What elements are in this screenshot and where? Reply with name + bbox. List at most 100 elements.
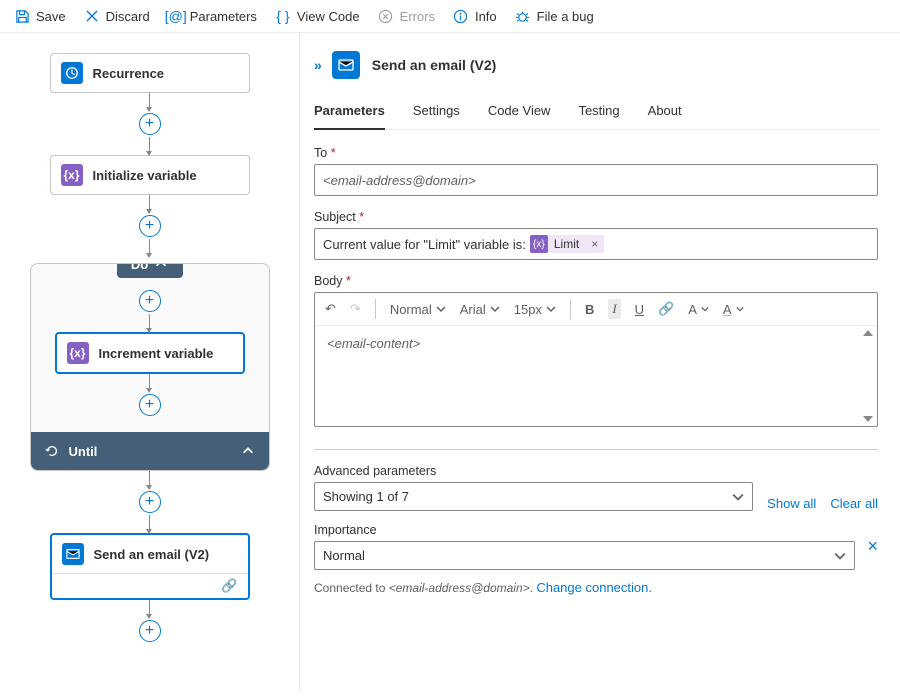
node-label: Initialize variable [93, 168, 197, 183]
body-label: Body * [314, 274, 878, 288]
change-connection-link[interactable]: Change connection. [536, 580, 652, 595]
node-initialize-variable[interactable]: {x} Initialize variable [50, 155, 250, 195]
outlook-icon [62, 543, 84, 565]
tab-parameters[interactable]: Parameters [314, 97, 385, 130]
loop-do-header[interactable]: Do [117, 263, 183, 278]
view-code-label: View Code [297, 9, 360, 24]
font-color-button[interactable]: A [688, 302, 709, 317]
chevron-down-icon [701, 305, 709, 313]
advanced-params-label: Advanced parameters [314, 464, 753, 478]
connector [149, 374, 150, 392]
rte-toolbar: ↶ ↷ Normal Arial 15px B I U 🔗 A A [315, 293, 877, 326]
highlight-button[interactable]: A [723, 302, 744, 317]
add-step-button[interactable]: + [139, 215, 161, 237]
add-step-button[interactable]: + [139, 394, 161, 416]
toolbar: Save Discard [@] Parameters { } View Cod… [0, 0, 900, 33]
loop-container: Do + {x} Increment variable + Until [30, 263, 270, 471]
add-step-button[interactable]: + [139, 620, 161, 642]
variable-icon: {x} [67, 342, 89, 364]
advanced-params-dropdown[interactable]: Showing 1 of 7 [314, 482, 753, 511]
node-send-email[interactable]: Send an email (V2) 🔗 [50, 533, 250, 600]
info-icon [453, 8, 469, 24]
subject-input[interactable]: Current value for "Limit" variable is: {… [314, 228, 878, 260]
loop-icon [45, 444, 59, 458]
collapse-panel-button[interactable]: » [314, 57, 320, 73]
bug-icon [515, 8, 531, 24]
body-textarea[interactable]: <email-content> [315, 326, 877, 426]
clear-all-link[interactable]: Clear all [830, 496, 878, 511]
bold-button[interactable]: B [585, 302, 594, 317]
importance-label: Importance [314, 523, 855, 537]
variable-icon: {x} [530, 235, 548, 253]
connector [149, 239, 150, 257]
style-dropdown[interactable]: Normal [390, 302, 446, 317]
redo-button: ↷ [350, 301, 361, 317]
chevron-up-icon [154, 263, 168, 271]
designer-canvas[interactable]: Recurrence + {x} Initialize variable + D… [0, 33, 300, 691]
tab-about[interactable]: About [648, 97, 682, 129]
add-step-button[interactable]: + [139, 113, 161, 135]
node-label: Recurrence [93, 66, 165, 81]
connector [149, 515, 150, 533]
connector [149, 195, 150, 213]
parameters-icon: [@] [168, 8, 184, 24]
tab-code-view[interactable]: Code View [488, 97, 551, 129]
panel-title: Send an email (V2) [372, 57, 496, 73]
until-label: Until [69, 444, 98, 459]
save-button[interactable]: Save [14, 8, 66, 24]
errors-label: Errors [400, 9, 435, 24]
connector [149, 600, 150, 618]
font-dropdown[interactable]: Arial [460, 302, 500, 317]
parameters-label: Parameters [190, 9, 257, 24]
file-bug-label: File a bug [537, 9, 594, 24]
connector [149, 137, 150, 155]
tab-settings[interactable]: Settings [413, 97, 460, 129]
to-input[interactable]: <email-address@domain> [314, 164, 878, 196]
do-label: Do [131, 263, 148, 272]
save-label: Save [36, 9, 66, 24]
scroll-down-icon[interactable] [863, 416, 873, 422]
add-step-button[interactable]: + [139, 290, 161, 312]
node-label: Send an email (V2) [94, 547, 210, 562]
remove-param-button[interactable]: × [867, 536, 878, 557]
parameters-button[interactable]: [@] Parameters [168, 8, 257, 24]
file-bug-button[interactable]: File a bug [515, 8, 594, 24]
variable-icon: {x} [61, 164, 83, 186]
connection-info: Connected to <email-address@domain>. Cha… [314, 580, 878, 595]
italic-button[interactable]: I [608, 299, 620, 319]
node-recurrence[interactable]: Recurrence [50, 53, 250, 93]
discard-button[interactable]: Discard [84, 8, 150, 24]
show-all-link[interactable]: Show all [767, 496, 816, 511]
size-dropdown[interactable]: 15px [514, 302, 556, 317]
braces-icon: { } [275, 8, 291, 24]
body-editor: ↶ ↷ Normal Arial 15px B I U 🔗 A A <email… [314, 292, 878, 427]
token-label: Limit [548, 237, 585, 251]
chevron-up-icon [241, 444, 255, 458]
undo-button[interactable]: ↶ [325, 301, 336, 317]
connector [149, 471, 150, 489]
remove-token-button[interactable]: × [585, 237, 604, 251]
outlook-icon [332, 51, 360, 79]
variable-token[interactable]: {x} Limit × [530, 235, 604, 253]
link-button[interactable]: 🔗 [658, 301, 674, 317]
loop-until-footer[interactable]: Until [31, 432, 269, 470]
node-increment-variable[interactable]: {x} Increment variable [55, 332, 245, 374]
discard-label: Discard [106, 9, 150, 24]
chevron-down-icon [736, 305, 744, 313]
discard-icon [84, 8, 100, 24]
chevron-down-icon [546, 304, 556, 314]
view-code-button[interactable]: { } View Code [275, 8, 360, 24]
link-icon: 🔗 [221, 578, 237, 594]
chevron-down-icon [834, 550, 846, 562]
info-button[interactable]: Info [453, 8, 497, 24]
subject-text: Current value for "Limit" variable is: [323, 237, 526, 252]
info-label: Info [475, 9, 497, 24]
scroll-up-icon[interactable] [863, 330, 873, 336]
chevron-down-icon [490, 304, 500, 314]
tab-testing[interactable]: Testing [578, 97, 619, 129]
action-panel: » Send an email (V2) Parameters Settings… [300, 33, 900, 691]
add-step-button[interactable]: + [139, 491, 161, 513]
subject-label: Subject * [314, 210, 878, 224]
underline-button[interactable]: U [635, 302, 644, 317]
importance-dropdown[interactable]: Normal [314, 541, 855, 570]
